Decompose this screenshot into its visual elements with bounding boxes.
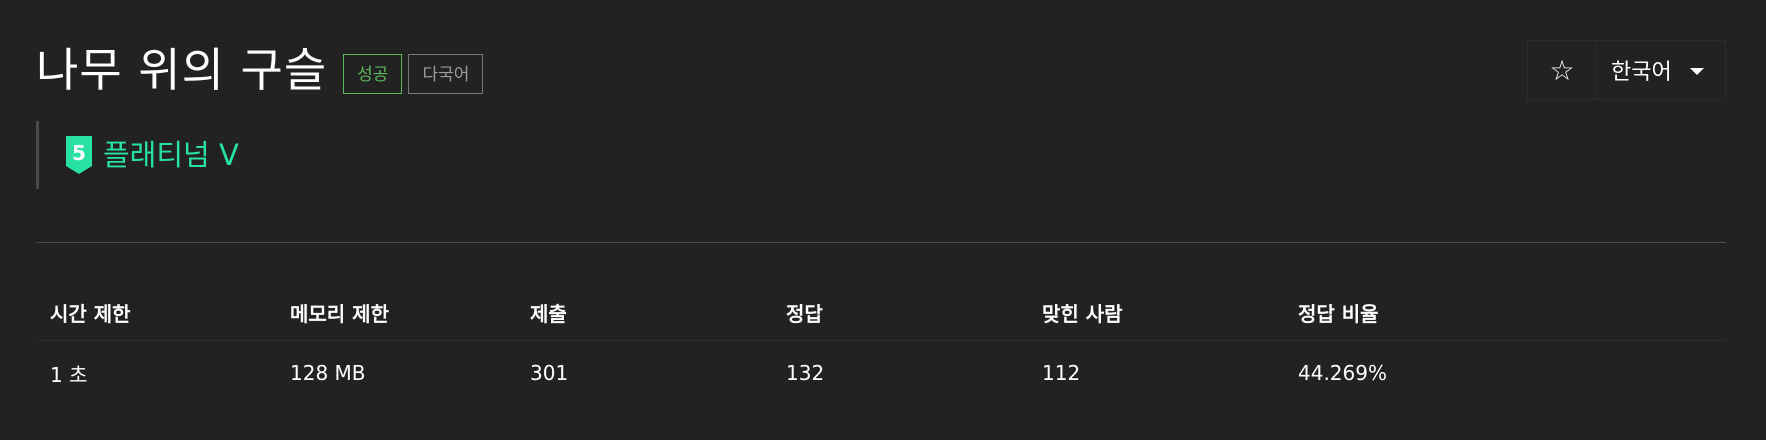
info-value-row: 1 초 128 MB 301 132 112 44.269% [36, 341, 1726, 406]
problem-page: 나무 위의 구슬 성공 다국어 5 플래티넘 V ☆ 한국어 시간 제한 메모리… [36, 0, 1726, 440]
memory-limit-value: 128 MB [290, 361, 366, 385]
title-row: 나무 위의 구슬 성공 다국어 [36, 40, 489, 100]
header-divider [36, 242, 1726, 243]
multilang-label: 다국어 [408, 54, 484, 94]
problem-title: 나무 위의 구슬 [36, 43, 328, 97]
accepted-value: 132 [786, 361, 825, 385]
favorite-button[interactable]: ☆ [1528, 41, 1597, 99]
accept-ratio-value: 44.269% [1298, 361, 1387, 385]
solved-users-value: 112 [1042, 361, 1081, 385]
time-limit-value: 1 초 [50, 362, 88, 387]
tier-name[interactable]: 플래티넘 V [103, 135, 239, 175]
tier-block: 5 플래티넘 V [36, 121, 239, 189]
tier-badge-icon: 5 [66, 136, 92, 174]
info-header-row: 시간 제한 메모리 제한 제출 정답 맞힌 사람 정답 비율 [36, 284, 1726, 341]
header-time-limit: 시간 제한 [36, 284, 276, 341]
caret-down-icon [1689, 68, 1704, 75]
success-label: 성공 [343, 54, 403, 94]
header-accept-ratio: 정답 비율 [1284, 284, 1726, 341]
language-dropdown-label: 한국어 [1611, 60, 1672, 85]
header-submissions: 제출 [516, 284, 772, 341]
header-solved-users: 맞힌 사람 [1028, 284, 1284, 341]
tier-badge-number: 5 [72, 141, 86, 165]
submissions-value: 301 [530, 361, 569, 385]
problem-info-table: 시간 제한 메모리 제한 제출 정답 맞힌 사람 정답 비율 1 초 128 M… [36, 284, 1726, 405]
language-dropdown[interactable]: 한국어 [1597, 41, 1725, 99]
star-outline-icon: ☆ [1549, 53, 1575, 87]
problem-toolbar: ☆ 한국어 [1527, 40, 1726, 100]
header-accepted: 정답 [772, 284, 1028, 341]
header-memory-limit: 메모리 제한 [276, 284, 516, 341]
